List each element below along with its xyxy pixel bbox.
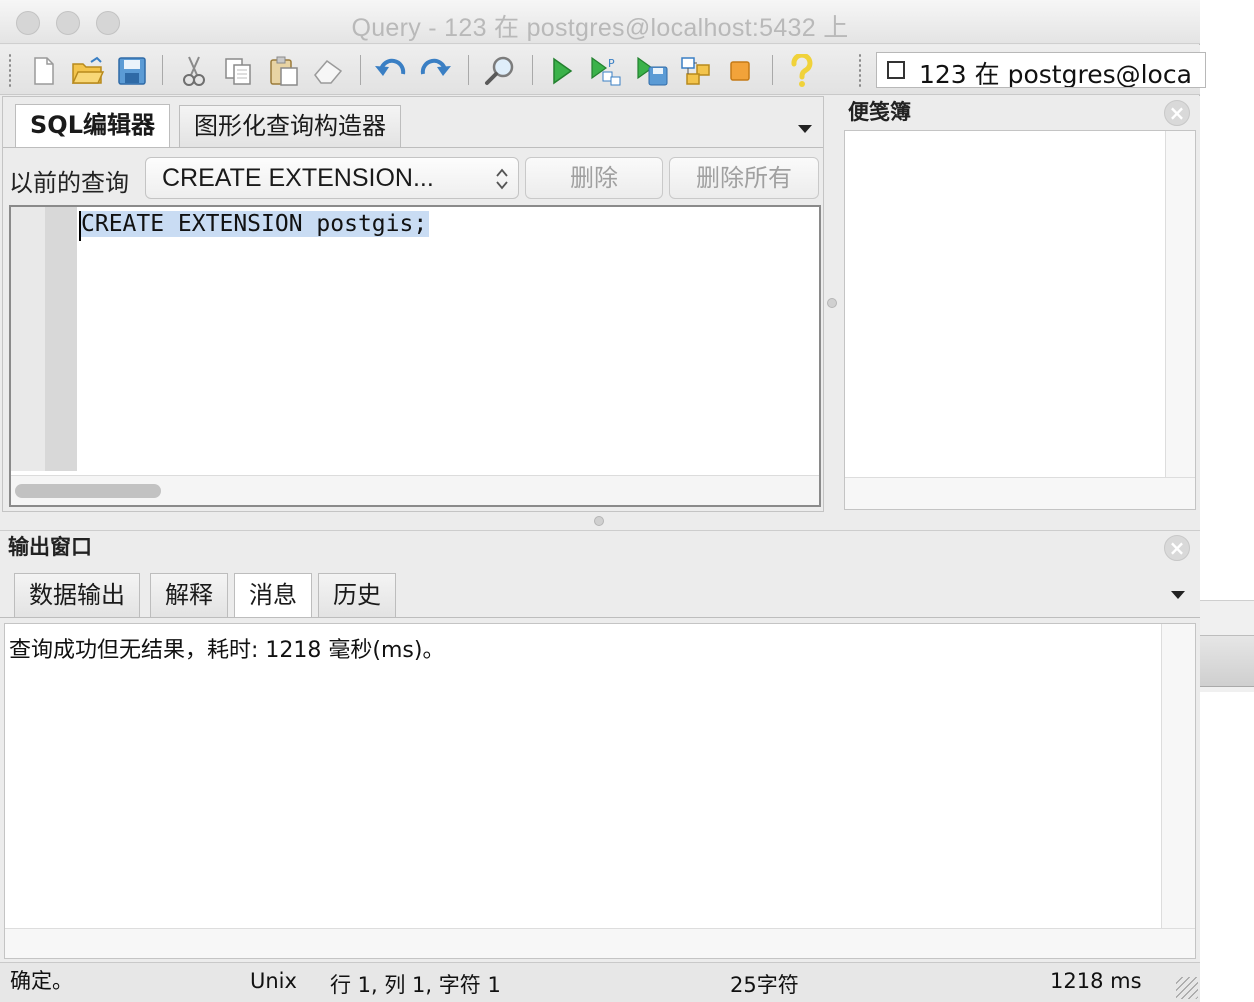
paste-icon [270, 56, 298, 86]
tab-messages[interactable]: 消息 [234, 573, 312, 617]
output-tab-menu-arrow-icon[interactable] [1171, 591, 1185, 599]
paste-button[interactable] [266, 53, 302, 89]
tabs-divider [3, 147, 823, 148]
explain-button[interactable]: P [588, 53, 624, 89]
character-count-status: 25字符 [730, 973, 799, 997]
connection-checkbox[interactable] [887, 61, 905, 79]
toolbar-separator [360, 55, 361, 85]
scratch-pad-close-icon[interactable]: × [1164, 100, 1190, 126]
resize-grip-icon[interactable] [1176, 977, 1198, 999]
stop-button[interactable] [722, 53, 758, 89]
vertical-splitter[interactable] [824, 96, 842, 512]
svg-text:P: P [608, 57, 615, 70]
toolbar-separator [532, 55, 533, 85]
undo-icon [375, 58, 406, 76]
toolbar-separator [772, 55, 773, 85]
toolbar-grip[interactable] [858, 53, 862, 87]
window-title: Query - 123 在 postgres@localhost:5432 上 [351, 14, 849, 42]
new-file-button[interactable] [26, 53, 62, 89]
open-folder-icon [71, 56, 105, 84]
delete-all-button[interactable]: 删除所有 [669, 157, 819, 199]
splitter-handle[interactable] [594, 516, 604, 526]
copy-icon [225, 58, 251, 85]
query-result-message: 查询成功但无结果，耗时: 1218 毫秒(ms)。 [9, 638, 445, 663]
sql-editor[interactable]: CREATE EXTENSION postgis; [9, 205, 821, 507]
fold-margin [45, 207, 77, 471]
tab-history[interactable]: 历史 [318, 573, 396, 617]
execute-to-file-button[interactable] [634, 53, 670, 89]
tab-graphical-query-builder[interactable]: 图形化查询构造器 [179, 105, 401, 147]
connection-label: 123 在 postgres@loca [919, 60, 1192, 88]
query-window: Query - 123 在 postgres@localhost:5432 上 [0, 0, 1206, 1002]
messages-horizontal-scrollbar[interactable] [5, 928, 1195, 958]
query-builder-button[interactable] [678, 53, 714, 89]
line-ending-status: Unix [250, 969, 297, 993]
tab-explain[interactable]: 解释 [150, 573, 228, 617]
select-updown-icon [496, 168, 508, 190]
tab-data-output[interactable]: 数据输出 [14, 573, 140, 617]
scrollbar-thumb[interactable] [15, 484, 161, 498]
query-builder-icon [681, 57, 710, 85]
redo-icon [420, 58, 451, 76]
output-close-icon[interactable]: × [1164, 535, 1190, 561]
sql-text[interactable]: CREATE EXTENSION postgis; [79, 211, 430, 237]
save-button[interactable] [114, 53, 150, 89]
text-caret [79, 211, 81, 241]
find-icon [485, 56, 514, 85]
elapsed-time-status: 1218 ms [1050, 969, 1142, 993]
clear-button[interactable] [310, 53, 346, 89]
output-pane: 输出窗口 × 数据输出 解释 消息 历史 查询成功但无结果，耗时: 1218 毫… [0, 530, 1200, 962]
new-file-icon [34, 57, 54, 85]
tab-sql-editor[interactable]: SQL编辑器 [15, 104, 170, 148]
cut-icon [183, 56, 205, 86]
scratch-pad-horizontal-scrollbar[interactable] [845, 477, 1195, 509]
title-bar[interactable]: Query - 123 在 postgres@localhost:5432 上 [0, 0, 1200, 44]
horizontal-splitter[interactable] [0, 512, 1200, 530]
undo-button[interactable] [372, 53, 408, 89]
explain-icon: P [591, 56, 621, 86]
line-number-gutter [11, 207, 45, 471]
cursor-position-status: 行 1, 列 1, 字符 1 [330, 973, 501, 997]
redo-button[interactable] [418, 53, 454, 89]
find-button[interactable] [482, 53, 518, 89]
execute-icon [553, 57, 573, 85]
cut-button[interactable] [176, 53, 212, 89]
toolbar: P 123 在 postgres@loca [0, 45, 1206, 95]
splitter-handle[interactable] [827, 298, 837, 308]
delete-button[interactable]: 删除 [525, 157, 663, 199]
editor-horizontal-scrollbar[interactable] [11, 475, 819, 505]
help-icon [791, 54, 813, 87]
previous-queries-label: 以前的查询 [9, 169, 129, 197]
status-bar: 确定。 Unix 行 1, 列 1, 字符 1 25字符 1218 ms [0, 962, 1200, 1002]
copy-button[interactable] [220, 53, 256, 89]
toolbar-separator [468, 55, 469, 85]
output-pane-title: 输出窗口 [8, 535, 92, 559]
messages-area[interactable]: 查询成功但无结果，耗时: 1218 毫秒(ms)。 [4, 623, 1196, 959]
sql-editor-pane: SQL编辑器 图形化查询构造器 以前的查询 CREATE EXTENSION..… [2, 96, 824, 512]
scratch-pad-pane: 便笺簿 × [842, 96, 1200, 512]
execute-to-file-icon [637, 56, 668, 86]
background-window-bar [1200, 635, 1254, 687]
toolbar-separator [162, 55, 163, 85]
tabs-divider [0, 617, 1200, 618]
tab-menu-arrow-icon[interactable] [798, 125, 812, 133]
previous-queries-value: CREATE EXTENSION... [162, 164, 434, 192]
help-button[interactable] [784, 53, 820, 89]
open-file-button[interactable] [70, 53, 106, 89]
scratch-pad-textarea[interactable] [844, 130, 1196, 510]
scratch-pad-title: 便笺簿 [848, 100, 911, 124]
connection-selector[interactable]: 123 在 postgres@loca [876, 52, 1206, 88]
background-window [1200, 600, 1254, 692]
save-icon [118, 57, 146, 85]
stop-icon [730, 61, 750, 81]
previous-queries-select[interactable]: CREATE EXTENSION... [145, 157, 519, 199]
scratch-pad-vertical-scrollbar[interactable] [1165, 131, 1195, 477]
messages-vertical-scrollbar[interactable] [1161, 624, 1195, 928]
status-text: 确定。 [10, 969, 73, 993]
eraser-icon [314, 59, 343, 84]
execute-button[interactable] [544, 53, 580, 89]
toolbar-grip[interactable] [8, 53, 12, 87]
